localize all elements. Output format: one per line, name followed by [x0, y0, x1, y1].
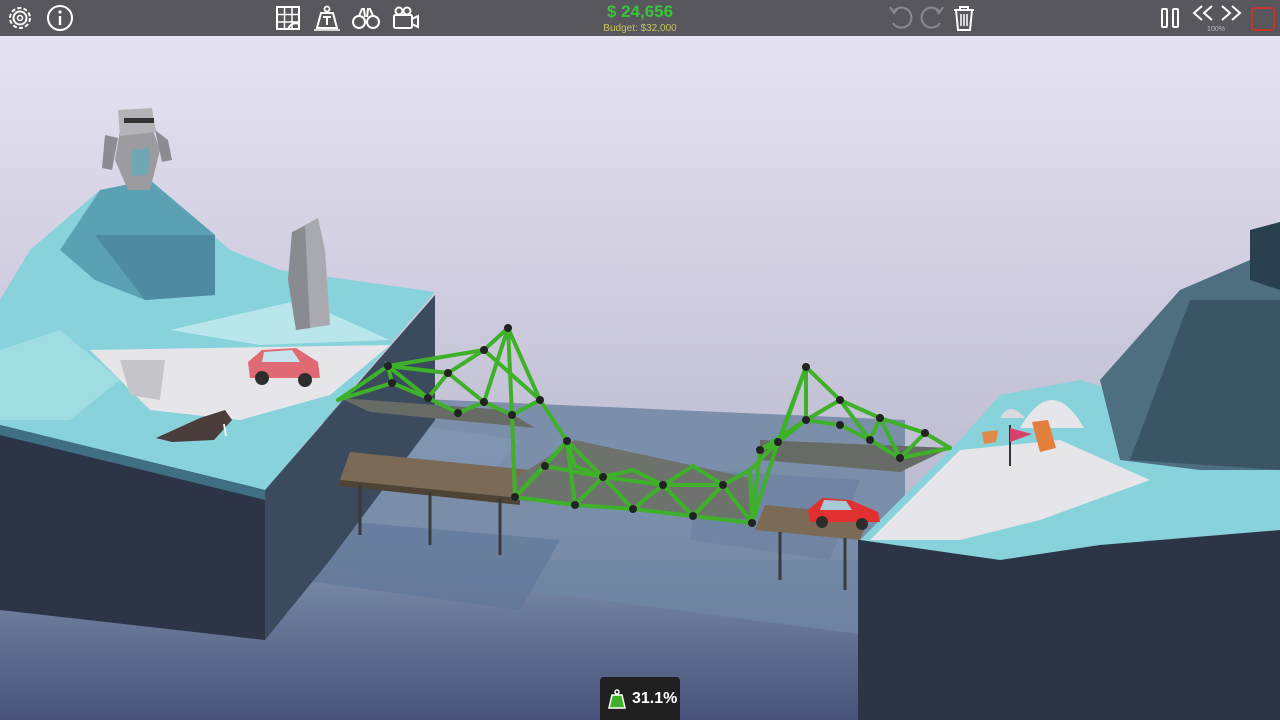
pause-icon[interactable] [1155, 3, 1185, 33]
load-weight-icon[interactable] [312, 3, 342, 33]
top-toolbar: $ 24,656 Budget: $32,000 100% [0, 0, 1280, 36]
stress-panel: 31.1% [600, 677, 680, 720]
speed-label: 100% [1207, 26, 1225, 33]
binoculars-icon[interactable] [351, 3, 381, 33]
weight-icon [606, 688, 628, 710]
stress-value: 31.1% [632, 690, 678, 707]
trash-icon[interactable] [949, 3, 979, 33]
game-scene[interactable] [0, 0, 1280, 720]
stop-icon[interactable] [1248, 3, 1278, 33]
info-icon[interactable] [45, 3, 75, 33]
gear-icon[interactable] [5, 3, 35, 33]
redo-icon[interactable] [917, 3, 947, 33]
camera-icon[interactable] [391, 3, 421, 33]
materials-grid-icon[interactable] [273, 3, 303, 33]
money-display: $ 24,656 [606, 2, 674, 21]
budget-label: Budget: $32,000 [603, 23, 677, 34]
undo-icon[interactable] [886, 3, 916, 33]
